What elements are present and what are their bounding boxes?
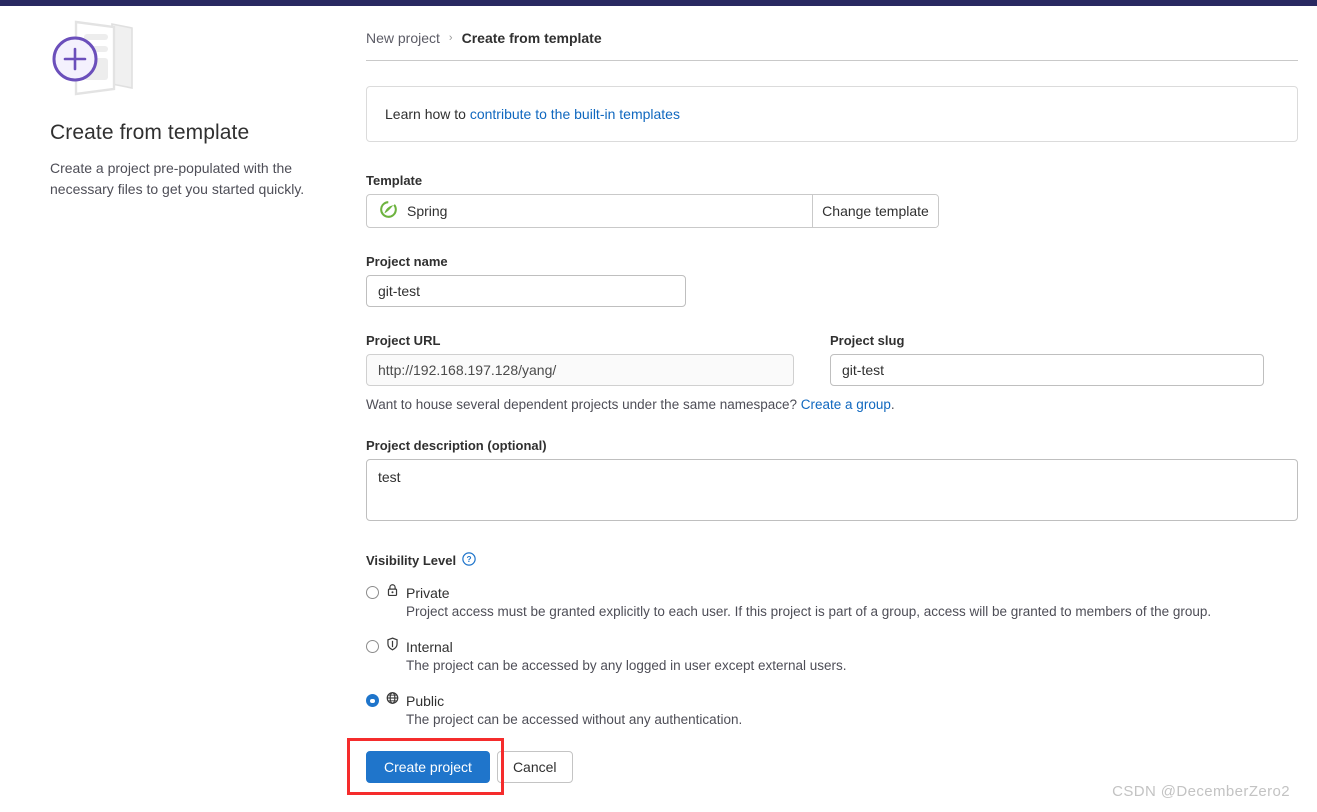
- visibility-description-internal: The project can be accessed by any logge…: [406, 658, 847, 674]
- visibility-radio-public[interactable]: [366, 694, 379, 708]
- visibility-option-private[interactable]: Private Project access must be granted e…: [366, 583, 1298, 621]
- contribute-notice: Learn how to contribute to the built-in …: [366, 86, 1298, 142]
- main-content: New project › Create from template Learn…: [347, 30, 1298, 795]
- page-title: Create from template: [50, 121, 250, 144]
- visibility-option-internal[interactable]: Internal The project can be accessed by …: [366, 637, 1298, 675]
- namespace-hint: Want to house several dependent projects…: [366, 397, 1298, 412]
- project-path-row: Project URL Project slug: [366, 333, 1298, 386]
- visibility-radio-internal[interactable]: [366, 640, 379, 654]
- create-project-button[interactable]: Create project: [366, 750, 490, 783]
- globe-icon: [386, 691, 399, 710]
- breadcrumb-separator-icon: ›: [448, 32, 453, 44]
- project-slug-field-group: Project slug: [830, 333, 1264, 386]
- visibility-description-private: Project access must be granted explicitl…: [406, 604, 1212, 619]
- question-circle-icon[interactable]: ?: [462, 552, 476, 569]
- project-slug-label: Project slug: [830, 333, 905, 348]
- page-root: Create from template Create a project pr…: [0, 0, 1317, 812]
- watermark: CSDN @DecemberZero2: [1112, 783, 1290, 800]
- template-illustration-icon: [50, 16, 142, 98]
- breadcrumb-new-project[interactable]: New project: [366, 30, 440, 46]
- shield-icon: [386, 637, 399, 656]
- visibility-radio-private[interactable]: [366, 586, 379, 599]
- new-project-form: Template Spring Change template Project …: [347, 173, 1298, 795]
- project-description-textarea[interactable]: [366, 459, 1298, 521]
- visibility-option-public[interactable]: Public The project can be accessed witho…: [366, 691, 1298, 729]
- spring-leaf-icon: [380, 201, 397, 221]
- visibility-name-public: Public: [406, 692, 445, 709]
- template-selector-row: Spring Change template: [366, 194, 939, 228]
- project-url-input[interactable]: [366, 354, 794, 386]
- visibility-level-label: Visibility Level: [366, 553, 457, 568]
- template-field-group: Template Spring Change template: [366, 173, 1298, 228]
- breadcrumb: New project › Create from template: [366, 30, 1298, 61]
- namespace-hint-suffix: .: [890, 397, 895, 412]
- selected-template-name: Spring: [407, 203, 448, 219]
- project-description-field-group: Project description (optional): [366, 438, 1298, 526]
- visibility-name-internal: Internal: [406, 638, 453, 655]
- intro-description: Create a project pre-populated with the …: [50, 160, 305, 197]
- create-a-group-link[interactable]: Create a group: [801, 397, 891, 412]
- project-slug-input[interactable]: [830, 354, 1264, 386]
- project-name-input[interactable]: [366, 275, 686, 307]
- selected-template: Spring: [367, 195, 812, 227]
- intro-panel: Create from template Create a project pr…: [50, 16, 340, 199]
- notice-prefix: Learn how to: [385, 106, 470, 122]
- visibility-description-public: The project can be accessed without any …: [406, 712, 743, 728]
- project-description-label: Project description (optional): [366, 438, 547, 453]
- project-name-field-group: Project name: [366, 254, 1298, 307]
- project-url-label: Project URL: [366, 333, 441, 348]
- change-template-button[interactable]: Change template: [812, 195, 938, 227]
- visibility-level-group: Visibility Level ? Private Project acces…: [366, 552, 1298, 730]
- contribute-templates-link[interactable]: contribute to the built-in templates: [470, 106, 680, 122]
- namespace-hint-text: Want to house several dependent projects…: [366, 397, 801, 412]
- visibility-level-header: Visibility Level ?: [366, 552, 1298, 569]
- svg-text:?: ?: [467, 554, 472, 564]
- form-actions: Create project Cancel: [347, 737, 1298, 795]
- top-navigation-bar: [0, 0, 1317, 6]
- project-name-label: Project name: [366, 254, 448, 269]
- lock-icon: [386, 583, 399, 602]
- cancel-button[interactable]: Cancel: [496, 750, 573, 783]
- visibility-name-private: Private: [406, 584, 450, 601]
- template-label: Template: [366, 173, 423, 188]
- breadcrumb-current: Create from template: [461, 30, 602, 46]
- project-url-field-group: Project URL: [366, 333, 794, 386]
